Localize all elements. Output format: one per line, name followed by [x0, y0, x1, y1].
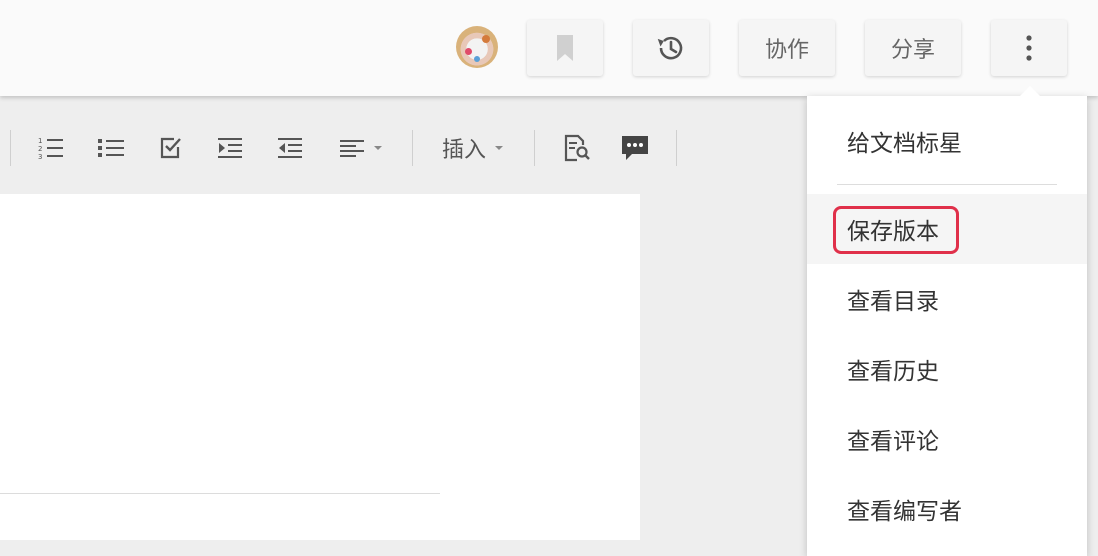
menu-caret: [1019, 86, 1041, 97]
menu-item-label: 查看评论: [847, 429, 939, 455]
caret-down-icon: [495, 146, 503, 150]
top-header: 协作 分享: [0, 0, 1098, 96]
menu-divider: [837, 184, 1057, 185]
ordered-list-icon: 1 2 3: [38, 137, 63, 161]
svg-text:1: 1: [38, 137, 42, 145]
collaborate-button[interactable]: 协作: [739, 20, 835, 76]
caret-down-icon: [374, 146, 382, 150]
share-label: 分享: [890, 38, 935, 63]
indent-button[interactable]: [214, 128, 246, 168]
menu-item-label: 查看目录: [847, 289, 939, 315]
menu-item-label: 给文档标星: [847, 131, 962, 157]
ordered-list-button[interactable]: 1 2 3: [34, 128, 68, 168]
menu-item-view-comments[interactable]: 查看评论: [807, 404, 1087, 474]
more-menu: 给文档标星 保存版本 查看目录 查看历史 查看评论 查看编写者: [807, 96, 1087, 556]
history-button[interactable]: [633, 20, 709, 76]
find-replace-button[interactable]: [558, 128, 594, 168]
collaborate-label: 协作: [764, 38, 809, 63]
document-search-icon: [564, 134, 590, 162]
svg-text:2: 2: [38, 145, 42, 153]
toolbar-divider: [412, 130, 413, 166]
comment-button[interactable]: [618, 128, 652, 168]
more-vertical-icon: [1026, 35, 1032, 61]
checkbox-icon: [160, 137, 181, 159]
share-button[interactable]: 分享: [865, 20, 961, 76]
insert-dropdown[interactable]: 插入: [436, 128, 512, 168]
indent-icon: [218, 138, 242, 158]
menu-item-save-version[interactable]: 保存版本: [807, 194, 1087, 264]
comment-icon: [622, 136, 648, 160]
bullet-list-button[interactable]: [94, 128, 128, 168]
toolbar-divider: [10, 130, 11, 166]
menu-item-view-authors[interactable]: 查看编写者: [807, 474, 1087, 544]
menu-item-label: 保存版本: [847, 219, 939, 245]
toolbar-divider: [676, 130, 677, 166]
svg-text:3: 3: [38, 153, 42, 161]
bookmark-icon: [557, 35, 573, 61]
insert-label: 插入: [441, 138, 486, 163]
toolbar-divider: [534, 130, 535, 166]
align-dropdown[interactable]: [336, 128, 388, 168]
menu-item-view-history[interactable]: 查看历史: [807, 334, 1087, 404]
bullet-list-icon: [98, 139, 124, 157]
user-avatar[interactable]: [456, 26, 498, 68]
checklist-button[interactable]: [155, 128, 187, 168]
menu-item-star-document[interactable]: 给文档标星: [807, 106, 1087, 176]
menu-item-view-outline[interactable]: 查看目录: [807, 264, 1087, 334]
bookmark-button[interactable]: [527, 20, 603, 76]
align-left-icon: [340, 140, 364, 157]
document-page[interactable]: [0, 194, 640, 540]
outdent-icon: [278, 138, 302, 158]
menu-item-label: 查看编写者: [847, 499, 962, 525]
outdent-button[interactable]: [274, 128, 306, 168]
history-icon: [657, 36, 683, 60]
menu-item-label: 查看历史: [847, 359, 939, 385]
page-divider-line: [0, 493, 440, 494]
more-button[interactable]: [991, 20, 1067, 76]
